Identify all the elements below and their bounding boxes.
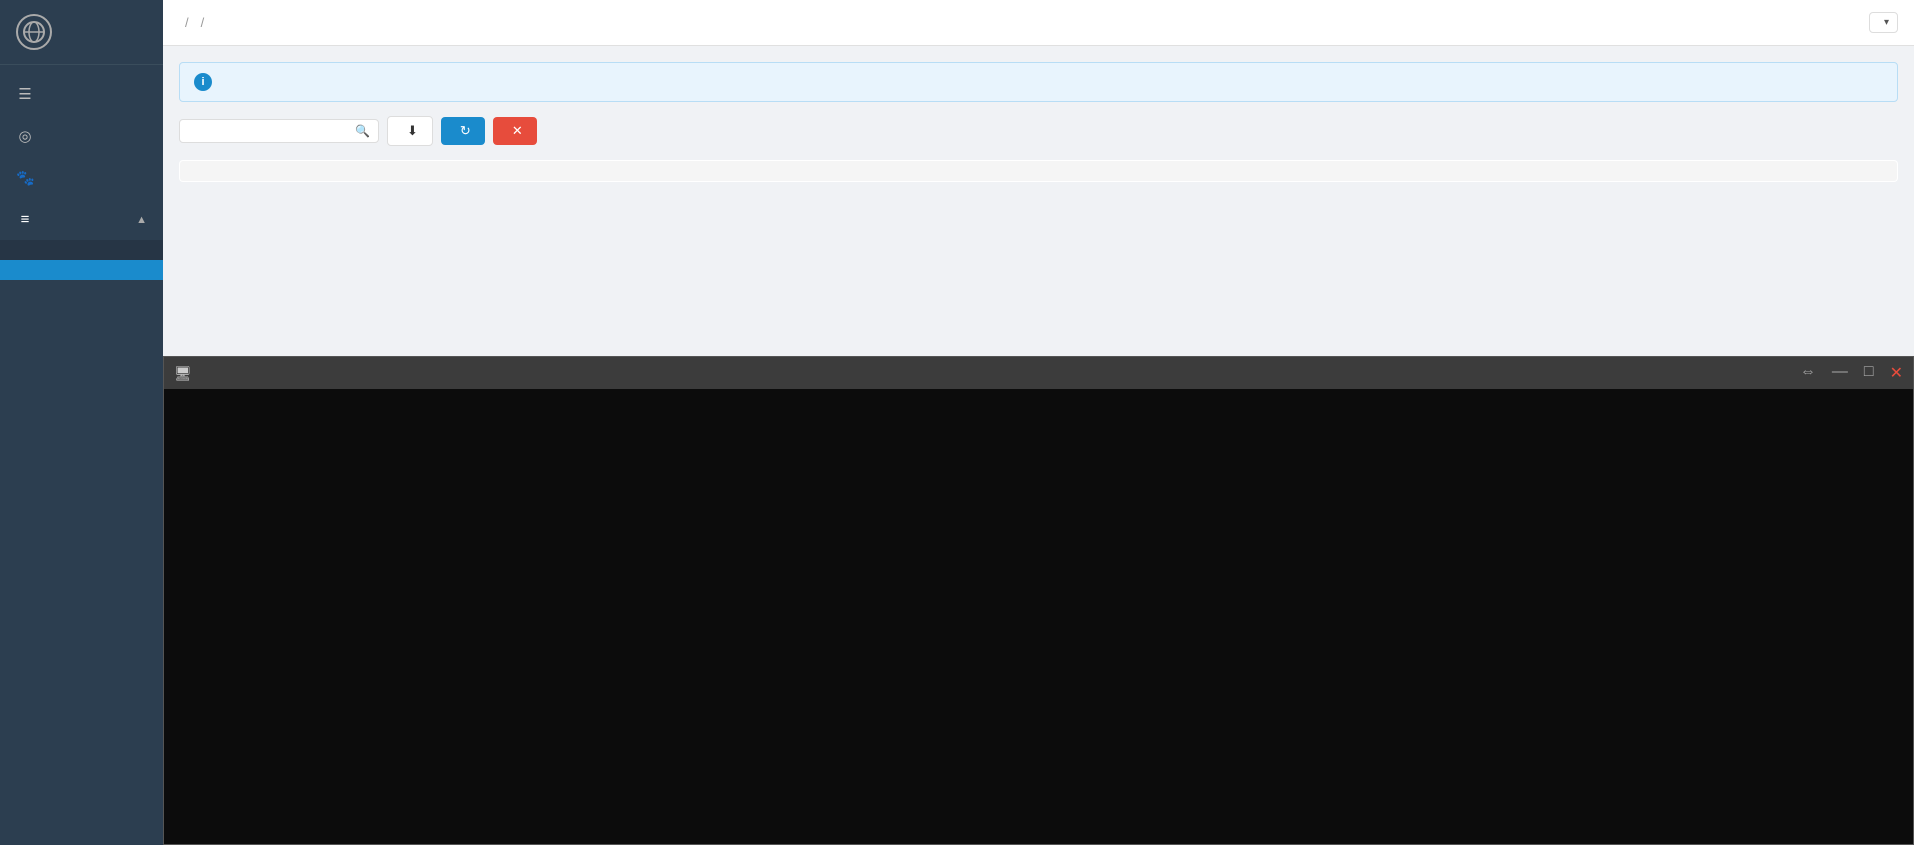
search-icon: 🔍: [355, 124, 370, 138]
page-content: i 🔍 ⬇ ↻ ✕: [163, 46, 1914, 845]
download-button[interactable]: ⬇: [387, 116, 433, 146]
introduce-icon: ☰: [16, 85, 34, 103]
terminal-body: [164, 389, 1913, 844]
records-icon: ≡: [16, 211, 34, 228]
download-icon: ⬇: [407, 123, 418, 139]
col-name: [613, 161, 1039, 182]
terminal-icon: 🖥: [174, 365, 192, 382]
sidebar-item-payloads[interactable]: ◎: [0, 115, 163, 157]
info-icon: i: [194, 73, 212, 91]
breadcrumb-separator-start: /: [185, 15, 189, 30]
col-id: [180, 161, 613, 182]
sidebar-item-records[interactable]: ≡ ▲: [0, 199, 163, 240]
restore-icon[interactable]: ⇔: [1800, 363, 1816, 383]
sidebar: ☰ ◎ 🐾 ≡ ▲: [0, 0, 163, 845]
table-header: [180, 161, 1898, 182]
toolbar: 🔍 ⬇ ↻ ✕: [179, 116, 1898, 146]
terminal-window[interactable]: 🖥 ⇔ — □ ✕: [163, 356, 1914, 845]
col-remote: [1038, 161, 1464, 182]
sidebar-item-http-request[interactable]: [0, 240, 163, 260]
sidebar-item-dns-query[interactable]: [0, 260, 163, 280]
user-menu[interactable]: ▾: [1869, 12, 1898, 33]
sidebar-submenu-records: [0, 240, 163, 280]
breadcrumb-separator: /: [201, 15, 205, 30]
search-input[interactable]: [188, 124, 351, 138]
terminal-title: 🖥: [174, 365, 200, 382]
records-table: [179, 160, 1898, 182]
main-content: / / ▾ i 🔍 ⬇ ↻: [163, 0, 1914, 845]
sidebar-item-introduce[interactable]: ☰: [0, 73, 163, 115]
api-icon: 🐾: [16, 169, 34, 187]
payloads-icon: ◎: [16, 127, 34, 145]
breadcrumb: / /: [179, 15, 210, 30]
info-banner: i: [179, 62, 1898, 102]
sidebar-item-api[interactable]: 🐾: [0, 157, 163, 199]
terminal-titlebar: 🖥 ⇔ — □ ✕: [164, 357, 1913, 389]
col-created: [1464, 161, 1897, 182]
clear-icon: ✕: [512, 123, 523, 139]
search-box[interactable]: 🔍: [179, 119, 379, 143]
clear-button[interactable]: ✕: [493, 117, 537, 145]
minimize-icon[interactable]: —: [1832, 363, 1848, 383]
sidebar-logo: [0, 0, 163, 65]
records-chevron-icon: ▲: [136, 214, 147, 226]
chevron-down-icon: ▾: [1884, 17, 1889, 28]
topbar: / / ▾: [163, 0, 1914, 46]
close-icon[interactable]: ✕: [1890, 363, 1903, 383]
reload-button[interactable]: ↻: [441, 117, 485, 145]
maximize-icon[interactable]: □: [1864, 363, 1874, 383]
terminal-controls[interactable]: ⇔ — □ ✕: [1800, 363, 1903, 383]
reload-icon: ↻: [460, 123, 471, 139]
logo-icon: [16, 14, 52, 50]
sidebar-nav: ☰ ◎ 🐾 ≡ ▲: [0, 65, 163, 845]
